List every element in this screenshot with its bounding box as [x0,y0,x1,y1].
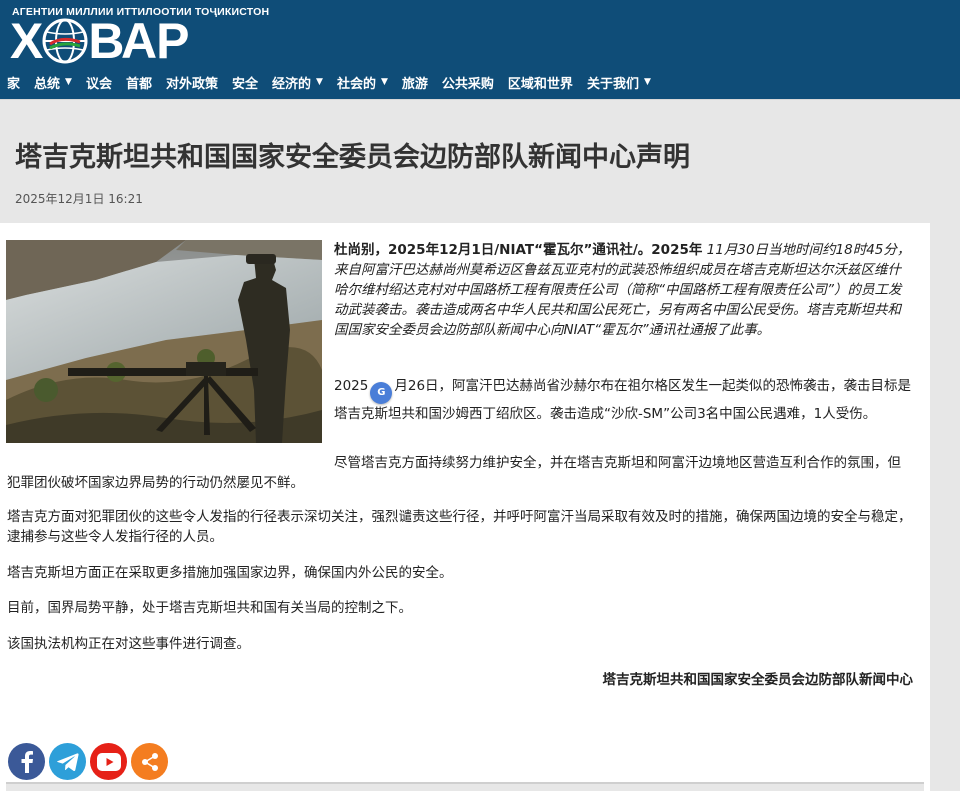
right-gutter [930,223,960,791]
nav-item-about[interactable]: 关于我们 ▼ [587,73,651,92]
page-title: 塔吉克斯坦共和国国家安全委员会边防部队新闻中心声明 [15,142,690,173]
footer-divider [6,782,924,791]
nav-label: 社会的 [336,76,376,92]
share-icon [141,752,158,771]
nav-item-capital[interactable]: 首都 [126,73,152,92]
caret-down-icon: ▼ [380,77,388,87]
nav-item-economy[interactable]: 经济的 ▼ [272,73,323,92]
logo-letter-kh: Х [10,13,43,69]
nav-label: 关于我们 [586,76,639,92]
translate-icon[interactable]: G [370,382,393,404]
nav-label: 对外政策 [165,76,218,92]
nav-label: 区域和世界 [507,76,573,92]
facebook-share-button[interactable] [8,743,45,780]
telegram-icon [56,752,79,771]
nav-label: 旅游 [401,76,428,92]
paragraph-4: 塔吉克方面对犯罪团伙的这些令人发指的行径表示深切关注，强烈谴责这些行径，并呼吁阿… [7,509,912,545]
border-guard-photo-icon [6,240,322,443]
nav-item-procurement[interactable]: 公共采购 [442,73,494,92]
telegram-share-button[interactable] [49,743,86,780]
logo-letters-var: ВАР [88,13,189,69]
nav-label: 家 [7,76,21,92]
lead-text: 杜尚别，2025年12月1日/NIAT“霍瓦尔”通讯社/。2025年 [334,242,703,258]
globe-logo-icon [42,18,88,64]
youtube-icon [96,752,121,771]
paragraph-5: 塔吉克斯坦方面正在采取更多措施加强国家边界，确保国内外公民的安全。 [7,565,453,581]
paragraph-2: 2025 G 月26日，阿富汗巴达赫尚省沙赫尔布在祖尔格区发生一起类似的恐怖袭击，袭… [334,376,914,424]
nav-item-society[interactable]: 社会的 ▼ [337,73,388,92]
article-photo[interactable] [6,240,322,443]
nav-label: 议会 [85,76,112,92]
facebook-icon [21,750,33,773]
main-nav: 家 总统 ▼ 议会 首都 对外政策 安全 经济的 ▼ 社会的 ▼ 旅游 公共采购 区域… [7,72,665,92]
nav-item-foreign-policy[interactable]: 对外政策 [166,73,218,92]
share-bar [8,743,172,780]
paragraph-3: 尽管塔吉克方面持续努力维护安全，并在塔吉克斯坦和阿富汗边境地区营造互利合作的氛围… [7,455,901,491]
nav-label: 总统 [34,76,61,92]
site-logo[interactable]: Х ВАР [10,13,189,69]
paragraph-6: 目前，国界局势平静，处于塔吉克斯坦共和国有关当局的控制之下。 [7,600,412,616]
paragraph-7: 该国执法机构正在对这些事件进行调查。 [7,636,250,652]
caret-down-icon: ▼ [65,77,72,87]
paragraph-2-rest: 月26日，阿富汗巴达赫尚省沙赫尔布在祖尔格区发生一起类似的恐怖袭击，袭击目标是塔… [334,378,912,422]
nav-label: 首都 [125,76,152,92]
press-center-signature: 塔吉克斯坦共和国国家安全委员会边防部队新闻中心 [602,672,914,688]
nav-item-tourism[interactable]: 旅游 [402,73,428,92]
youtube-button[interactable] [90,743,127,780]
caret-down-icon: ▼ [316,77,323,87]
nav-label: 安全 [232,76,259,92]
nav-item-home[interactable]: 家 [7,73,20,92]
paragraph-1: 杜尚别，2025年12月1日/NIAT“霍瓦尔”通讯社/。2025年 11月30… [334,240,914,340]
nav-item-parliament[interactable]: 议会 [86,73,112,92]
share-more-button[interactable] [131,743,168,780]
nav-label: 公共采购 [441,76,494,92]
publish-date: 2025年12月1日 16:21 [15,192,143,206]
nav-item-region-world[interactable]: 区域和世界 [508,73,573,92]
paragraph-2-start: 2025 [334,378,369,394]
site-header: АГЕНТИИ МИЛЛИИ ИТТИЛООТИИ ТОҶИКИСТОН Х В… [0,0,960,99]
nav-label: 经济的 [272,76,312,92]
nav-item-security[interactable]: 安全 [232,73,258,92]
nav-item-president[interactable]: 总统 ▼ [34,73,72,92]
caret-down-icon: ▼ [643,77,651,87]
